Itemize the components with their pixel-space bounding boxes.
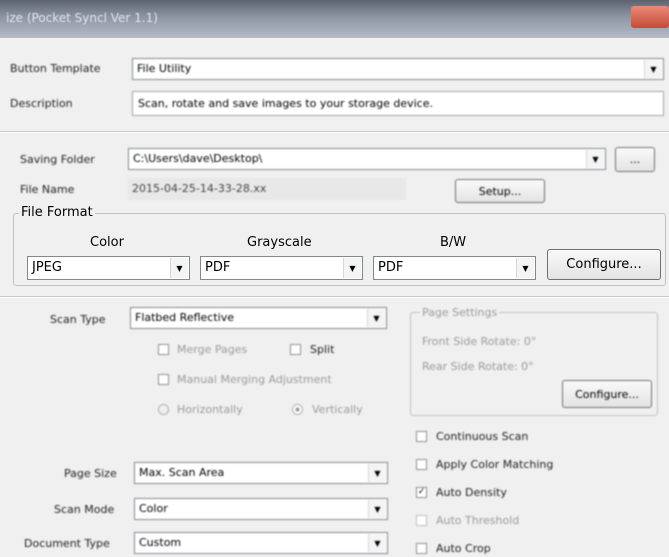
color-matching-checkbox[interactable] [416, 459, 427, 470]
scan-type-select[interactable]: Flatbed Reflective ▼ [130, 307, 387, 329]
chevron-down-icon: ▼ [368, 464, 386, 482]
manual-merge-label: Manual Merging Adjustment [177, 373, 332, 386]
saving-folder-label: Saving Folder [20, 153, 95, 166]
browse-button[interactable]: ... [615, 147, 655, 172]
continuous-scan-checkbox[interactable] [416, 431, 427, 442]
description-value: Scan, rotate and save images to your sto… [138, 97, 433, 110]
horizontally-label: Horizontally [177, 403, 243, 416]
description-label: Description [10, 97, 73, 110]
chevron-down-icon: ▼ [516, 258, 534, 278]
title-bar: ize (Pocket Syncl Ver 1.1) [0, 0, 669, 38]
setup-button[interactable]: Setup... [455, 179, 545, 203]
split-checkbox[interactable] [290, 344, 301, 355]
bw-format-value: PDF [378, 260, 404, 275]
window-title: ize (Pocket Syncl Ver 1.1) [6, 11, 158, 25]
auto-threshold-label: Auto Threshold [436, 514, 520, 527]
color-format-select[interactable]: JPEG ▼ [27, 256, 190, 280]
document-type-value: Custom [139, 536, 182, 549]
separator [0, 131, 669, 133]
color-matching-label: Apply Color Matching [436, 458, 554, 471]
auto-density-label: Auto Density [436, 486, 507, 499]
chevron-down-icon: ▼ [170, 258, 188, 278]
file-name-field: 2015-04-25-14-33-28.xx [128, 178, 406, 200]
auto-crop-label: Auto Crop [436, 542, 491, 555]
chevron-down-icon: ▼ [586, 150, 604, 168]
chevron-down-icon: ▼ [368, 500, 386, 518]
grayscale-format-select[interactable]: PDF ▼ [200, 256, 363, 280]
chevron-down-icon: ▼ [343, 258, 361, 278]
page-size-label: Page Size [64, 467, 117, 480]
vertically-label: Vertically [312, 403, 363, 416]
split-label: Split [310, 343, 335, 356]
document-type-select[interactable]: Custom ▼ [134, 532, 388, 554]
grayscale-label: Grayscale [247, 235, 312, 250]
page-size-value: Max. Scan Area [139, 466, 225, 479]
document-type-label: Document Type [24, 537, 110, 550]
vertically-radio[interactable] [292, 404, 303, 415]
scan-mode-label: Scan Mode [54, 503, 115, 516]
page-size-select[interactable]: Max. Scan Area ▼ [134, 462, 388, 484]
description-field[interactable]: Scan, rotate and save images to your sto… [132, 91, 664, 116]
chevron-down-icon: ▼ [368, 534, 386, 552]
auto-density-checkbox[interactable]: ✓ [416, 487, 427, 498]
manual-merge-checkbox[interactable] [158, 374, 169, 385]
bw-format-select[interactable]: PDF ▼ [373, 256, 536, 280]
scan-mode-value: Color [139, 502, 168, 515]
file-format-legend: File Format [19, 205, 95, 220]
continuous-scan-label: Continuous Scan [436, 430, 529, 443]
color-label: Color [90, 235, 124, 250]
grayscale-format-value: PDF [205, 260, 231, 275]
format-configure-button[interactable]: Configure... [547, 249, 661, 280]
auto-threshold-checkbox[interactable] [416, 515, 427, 526]
scan-mode-select[interactable]: Color ▼ [134, 498, 388, 520]
auto-crop-checkbox[interactable] [416, 543, 427, 554]
page-settings-legend: Page Settings [420, 306, 500, 319]
saving-folder-value: C:\Users\dave\Desktop\ [133, 152, 263, 165]
file-name-value: 2015-04-25-14-33-28.xx [132, 182, 267, 195]
page-settings-configure-button[interactable]: Configure... [562, 380, 652, 408]
merge-pages-checkbox[interactable] [158, 344, 169, 355]
file-name-label: File Name [20, 183, 75, 196]
button-template-select[interactable]: File Utility ▼ [132, 58, 664, 80]
rear-rotate-label: Rear Side Rotate: 0° [422, 360, 534, 373]
bw-label: B/W [440, 235, 467, 250]
saving-folder-select[interactable]: C:\Users\dave\Desktop\ ▼ [128, 148, 606, 170]
chevron-down-icon: ▼ [367, 309, 385, 327]
horizontally-radio[interactable] [158, 404, 169, 415]
button-template-value: File Utility [137, 62, 192, 75]
chevron-down-icon: ▼ [644, 60, 662, 78]
merge-pages-label: Merge Pages [177, 343, 248, 356]
close-button[interactable] [631, 6, 669, 28]
color-format-value: JPEG [32, 260, 62, 275]
button-template-label: Button Template [10, 62, 101, 75]
scan-type-label: Scan Type [50, 313, 106, 326]
front-rotate-label: Front Side Rotate: 0° [422, 335, 537, 348]
separator [0, 296, 669, 298]
scan-type-value: Flatbed Reflective [135, 311, 234, 324]
